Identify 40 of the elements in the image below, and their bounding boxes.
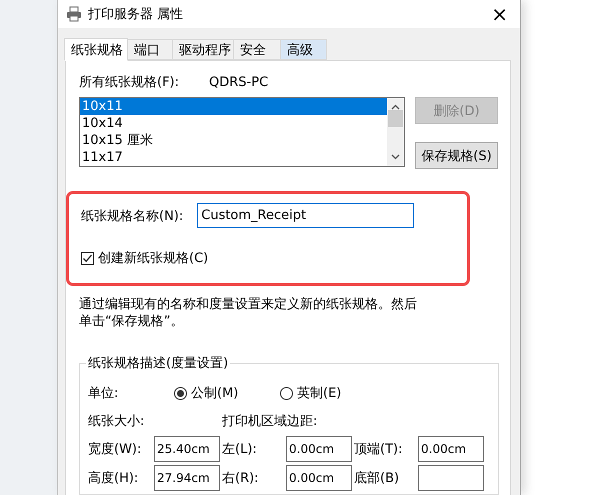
dimension-field[interactable] xyxy=(418,465,484,491)
scroll-up-icon[interactable] xyxy=(391,104,400,110)
forms-list[interactable]: 10x11 10x14 10x15 厘米 11x17 xyxy=(79,97,405,167)
forms-label: 所有纸张规格(F): xyxy=(79,74,180,91)
window-title: 打印服务器 属性 xyxy=(88,6,184,23)
dimension-field[interactable]: 0.00cm xyxy=(286,436,352,462)
form-name-field[interactable]: Custom_Receipt xyxy=(197,203,414,228)
tab[interactable]: 驱动程序 xyxy=(172,39,234,60)
form-name-label: 纸张规格名称(N): xyxy=(81,208,184,224)
scrollbar[interactable] xyxy=(387,98,404,166)
dimension-label: 左(L): xyxy=(222,441,258,458)
list-item[interactable]: 10x11 xyxy=(80,98,387,115)
unit-radio[interactable]: 英制(E) xyxy=(280,384,386,402)
units-label: 单位: xyxy=(88,385,120,402)
paper-size-label: 纸张大小: xyxy=(88,413,146,430)
close-button[interactable]: × xyxy=(487,4,512,24)
dimension-field[interactable]: 27.94cm xyxy=(154,465,220,491)
dimension-field[interactable]: 25.40cm xyxy=(154,436,220,462)
dimension-label: 高度(H): xyxy=(88,470,140,487)
group-title: 纸张规格描述(度量设置) xyxy=(87,355,230,372)
checkmark-icon xyxy=(82,252,93,264)
scroll-thumb[interactable] xyxy=(388,110,403,126)
tab[interactable]: 纸张规格 xyxy=(64,38,128,61)
dimension-label: 顶端(T): xyxy=(354,441,404,458)
dimension-label: 宽度(W): xyxy=(88,441,142,458)
tab[interactable]: 端口 xyxy=(127,39,173,60)
dimension-field[interactable]: 0.00cm xyxy=(286,465,352,491)
dimension-label: 右(R): xyxy=(222,470,260,487)
tab[interactable]: 安全 xyxy=(233,39,281,60)
description-text: 通过编辑现有的名称和度量设置来定义新的纸张规格。然后单击“保存规格”。 xyxy=(79,296,418,330)
server-name: QDRS-PC xyxy=(209,74,268,90)
unit-radio[interactable]: 公制(M) xyxy=(174,384,280,402)
margins-label: 打印机区域边距: xyxy=(222,413,318,430)
dimension-field[interactable]: 0.00cm xyxy=(418,436,484,462)
save-button[interactable]: 保存规格(S) xyxy=(415,142,498,169)
dimension-label: 底部(B) xyxy=(354,470,400,487)
scroll-down-icon[interactable] xyxy=(391,154,400,160)
create-form-checkbox[interactable]: 创建新纸张规格(C) xyxy=(81,249,467,267)
printer-icon xyxy=(66,6,82,22)
tab[interactable]: 高级 xyxy=(280,39,327,60)
